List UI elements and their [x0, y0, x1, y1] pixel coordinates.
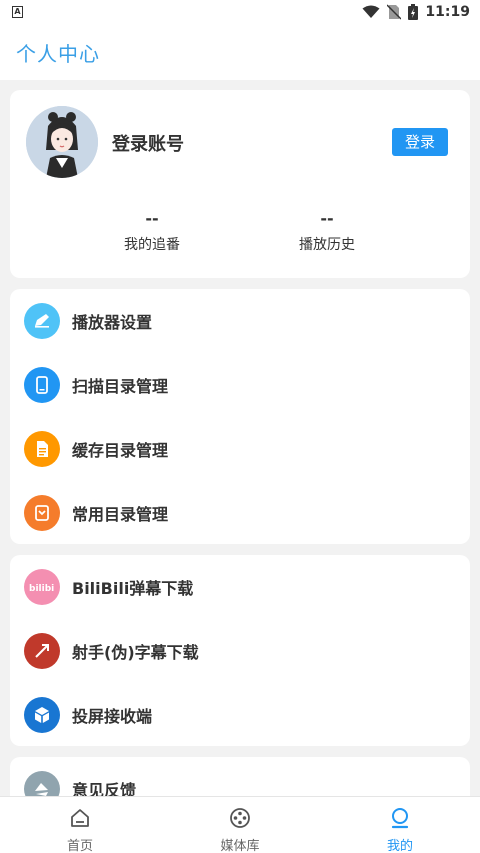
- menu-item-label: 常用目录管理: [72, 505, 169, 524]
- tab-profile[interactable]: 我的: [340, 797, 460, 853]
- avatar[interactable]: [26, 106, 98, 178]
- username-label[interactable]: 登录账号: [112, 130, 184, 156]
- menu-item-player-settings[interactable]: 播放器设置: [10, 289, 470, 353]
- menu-item-label: BiliBili弹幕下载: [72, 579, 194, 598]
- no-sim-icon: [387, 4, 402, 20]
- tab-label: 我的: [386, 839, 413, 853]
- stat-history-value: --: [320, 209, 334, 228]
- menu-item-cache-folders[interactable]: 缓存目录管理: [10, 417, 470, 481]
- download-group-card: bilibili BiliBili弹幕下载 射手(伪)字幕下载 投屏接收端: [10, 555, 470, 746]
- profile-icon: [391, 808, 409, 829]
- home-icon: [71, 809, 89, 827]
- menu-item-common-folders[interactable]: 常用目录管理: [10, 481, 470, 545]
- profile-card: 登录账号 登录 -- 我的追番 -- 播放历史: [10, 90, 470, 278]
- stat-following[interactable]: -- 我的追番: [92, 208, 212, 254]
- player-settings-icon: [24, 303, 60, 339]
- stat-history[interactable]: -- 播放历史: [267, 208, 387, 254]
- tab-home[interactable]: 首页: [20, 797, 140, 853]
- svg-text:bilibili: bilibili: [29, 584, 55, 594]
- cast-receiver-icon: [24, 697, 60, 733]
- bilibili-icon: bilibili: [24, 569, 60, 605]
- notification-icon: A: [12, 6, 23, 18]
- tab-label: 媒体库: [220, 839, 260, 853]
- page-title: 个人中心: [16, 41, 100, 66]
- app-bar: 个人中心: [0, 24, 480, 80]
- menu-item-label: 射手(伪)字幕下载: [72, 643, 199, 662]
- menu-item-cast-receiver[interactable]: 投屏接收端: [10, 683, 470, 747]
- settings-group-card: 播放器设置 扫描目录管理 缓存目录管理 常用目录管理: [10, 289, 470, 544]
- common-folder-icon: [24, 495, 60, 531]
- tab-label: 首页: [66, 839, 93, 853]
- menu-item-label: 扫描目录管理: [72, 377, 169, 396]
- bottom-nav: 首页 媒体库 我的: [0, 796, 480, 853]
- scan-folder-icon: [24, 367, 60, 403]
- clock: 11:19: [425, 4, 470, 20]
- menu-item-label: 播放器设置: [72, 313, 153, 332]
- menu-item-shooter-subtitles[interactable]: 射手(伪)字幕下载: [10, 619, 470, 683]
- wifi-icon: [362, 5, 380, 18]
- media-library-icon: [230, 808, 250, 828]
- stat-following-label: 我的追番: [124, 237, 180, 253]
- menu-item-scan-folders[interactable]: 扫描目录管理: [10, 353, 470, 417]
- shooter-icon: [24, 633, 60, 669]
- menu-item-label: 投屏接收端: [72, 707, 153, 726]
- login-button[interactable]: 登录: [392, 128, 448, 156]
- stat-history-label: 播放历史: [299, 237, 355, 253]
- stat-following-value: --: [145, 209, 159, 228]
- menu-item-label: 缓存目录管理: [72, 441, 169, 460]
- cache-folder-icon: [24, 431, 60, 467]
- menu-item-bilibili-danmaku[interactable]: bilibili BiliBili弹幕下载: [10, 555, 470, 619]
- status-bar: A 11:19: [0, 0, 480, 24]
- tab-media-library[interactable]: 媒体库: [180, 797, 300, 853]
- battery-charging-icon: [408, 4, 419, 20]
